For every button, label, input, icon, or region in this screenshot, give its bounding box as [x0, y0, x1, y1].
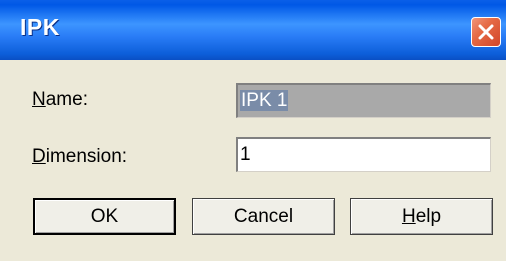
window-title: IPK [20, 14, 60, 40]
ipk-dialog: IPK Name: IPK 1 Dimension: 1 OK Cancel H… [0, 0, 506, 261]
name-label: Name: [32, 89, 88, 110]
close-button[interactable] [471, 17, 501, 47]
help-button[interactable]: Help [350, 198, 493, 235]
ok-button[interactable]: OK [33, 198, 176, 235]
name-value: IPK 1 [240, 90, 289, 111]
dimension-field[interactable]: 1 [236, 137, 491, 172]
title-bar[interactable]: IPK [0, 0, 506, 60]
name-field[interactable]: IPK 1 [236, 83, 491, 118]
close-icon [478, 24, 494, 40]
cancel-button[interactable]: Cancel [192, 198, 335, 235]
dialog-body: Name: IPK 1 Dimension: 1 OK Cancel Help [0, 60, 506, 261]
dimension-label: Dimension: [32, 146, 128, 167]
